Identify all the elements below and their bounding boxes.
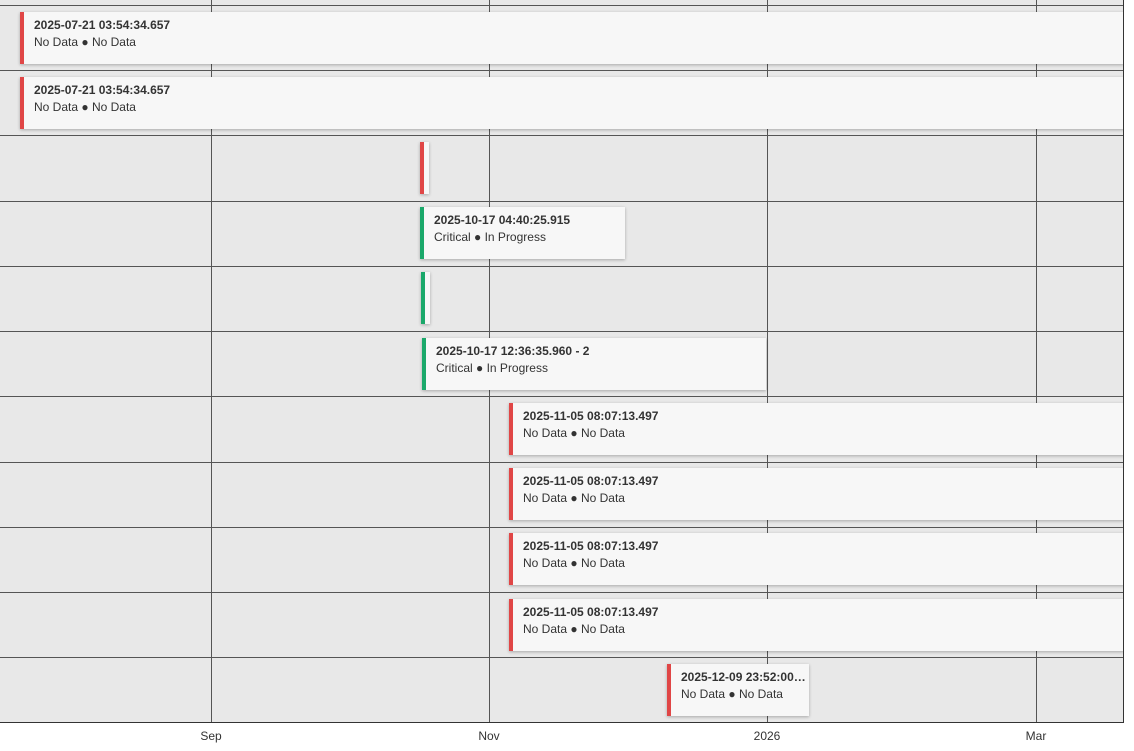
row-divider [0, 592, 1124, 593]
item-subtitle: No Data ● No Data [34, 100, 136, 114]
row-divider [0, 70, 1124, 71]
timeline-item[interactable]: 2025-11-05 08:07:13.497 No Data ● No Dat… [509, 533, 1124, 585]
axis-tick-label: Mar [1025, 729, 1047, 743]
item-title: 2025-07-21 03:54:34.657 [34, 18, 171, 32]
item-title: 2025-10-17 04:40:25.915 [434, 213, 571, 227]
timeline-item[interactable]: 2025-11-05 08:07:13.497 No Data ● No Dat… [509, 468, 1124, 520]
timeline-item[interactable]: 2025-10-17 04:40:25.915 Critical ● In Pr… [420, 207, 625, 259]
row-divider [0, 657, 1124, 658]
timeline-item-collapsed[interactable] [420, 142, 429, 194]
row-divider [0, 5, 1124, 6]
timeline-item[interactable]: 2025-10-17 12:36:35.960 - 2 Critical ● I… [422, 338, 766, 390]
axis-baseline [0, 722, 1124, 723]
row-divider [0, 135, 1124, 136]
item-subtitle: Critical ● In Progress [434, 230, 546, 244]
timeline-item[interactable]: 2025-07-21 03:54:34.657 No Data ● No Dat… [20, 12, 1124, 64]
timeline-item[interactable]: 2025-07-21 03:54:34.657 No Data ● No Dat… [20, 77, 1124, 129]
timeline-right-border [1123, 0, 1124, 723]
row-divider [0, 527, 1124, 528]
item-title: 2025-11-05 08:07:13.497 [523, 605, 659, 619]
axis-tick-label: 2026 [753, 729, 781, 743]
item-subtitle: No Data ● No Data [34, 35, 136, 49]
timeline-item[interactable]: 2025-12-09 23:52:00… No Data ● No Data [667, 664, 809, 716]
timeline-item-collapsed[interactable] [421, 272, 430, 324]
item-subtitle: Critical ● In Progress [436, 361, 548, 375]
item-title: 2025-10-17 12:36:35.960 - 2 [436, 344, 590, 358]
row-divider [0, 266, 1124, 267]
item-title: 2025-12-09 23:52:00… [681, 670, 806, 684]
row-divider [0, 462, 1124, 463]
axis-tick-label: Nov [478, 729, 500, 743]
item-title: 2025-11-05 08:07:13.497 [523, 539, 659, 553]
item-subtitle: No Data ● No Data [681, 687, 783, 701]
item-subtitle: No Data ● No Data [523, 491, 625, 505]
item-title: 2025-11-05 08:07:13.497 [523, 474, 659, 488]
item-title: 2025-07-21 03:54:34.657 [34, 83, 171, 97]
item-subtitle: No Data ● No Data [523, 622, 625, 636]
item-subtitle: No Data ● No Data [523, 426, 625, 440]
item-subtitle: No Data ● No Data [523, 556, 625, 570]
row-divider [0, 396, 1124, 397]
row-divider [0, 331, 1124, 332]
axis-tick-label: Sep [200, 729, 222, 743]
row-divider [0, 201, 1124, 202]
timeline-panel[interactable]: 2025-07-21 03:54:34.657 No Data ● No Dat… [0, 0, 1124, 723]
item-title: 2025-11-05 08:07:13.497 [523, 409, 659, 423]
timeline-item[interactable]: 2025-11-05 08:07:13.497 No Data ● No Dat… [509, 403, 1124, 455]
timeline-item[interactable]: 2025-11-05 08:07:13.497 No Data ● No Dat… [509, 599, 1124, 651]
